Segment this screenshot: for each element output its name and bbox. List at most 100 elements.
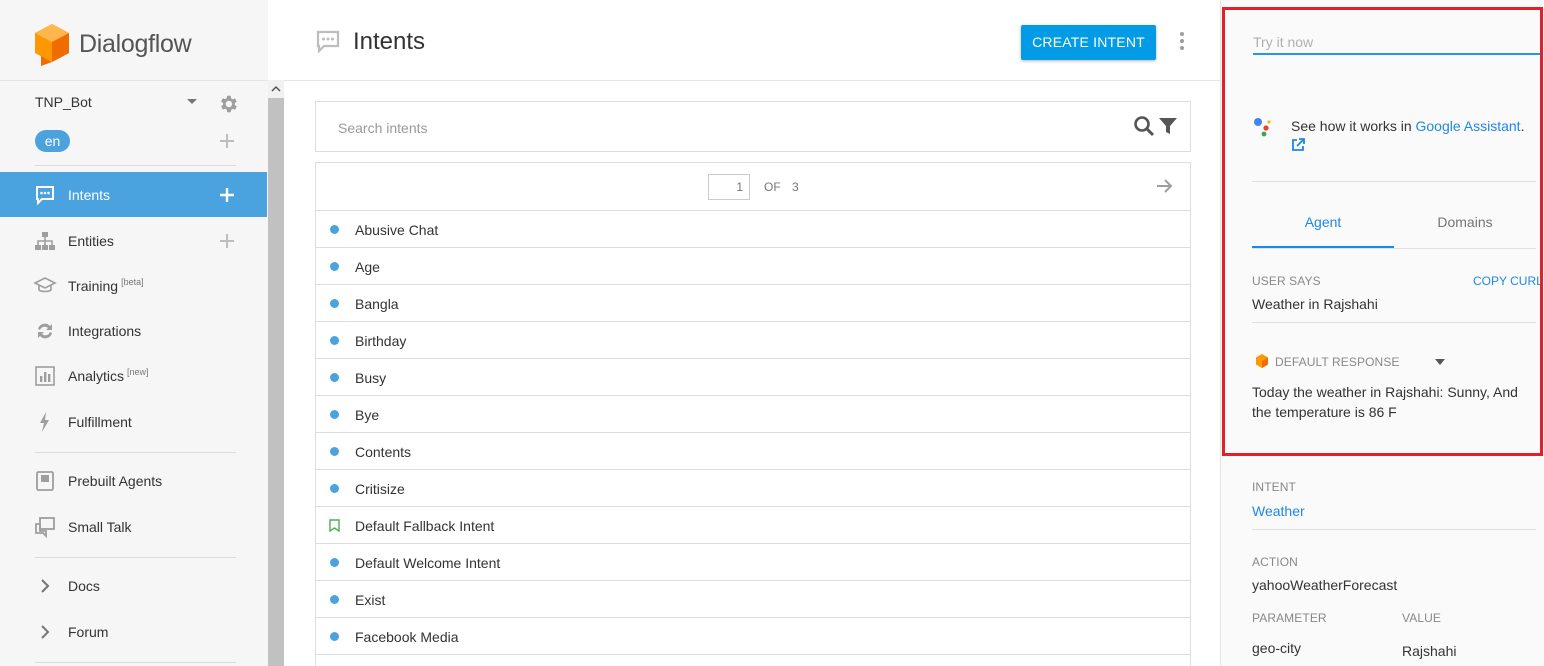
intent-status-dot bbox=[330, 262, 339, 271]
response-dropdown-icon[interactable] bbox=[1435, 359, 1445, 365]
agent-name[interactable]: TNP_Bot bbox=[35, 94, 92, 110]
intent-row[interactable]: Abusive Chat bbox=[316, 211, 1190, 248]
intent-name: Facebook Media bbox=[355, 629, 459, 645]
book-icon bbox=[36, 470, 54, 491]
sidebar-item-label: Integrations bbox=[68, 322, 142, 339]
intent-status-dot bbox=[330, 484, 339, 493]
intent-row[interactable]: Default Welcome Intent bbox=[316, 544, 1190, 581]
divider bbox=[35, 662, 236, 663]
more-options-icon[interactable] bbox=[1176, 31, 1188, 51]
google-assistant-link[interactable]: Google Assistant bbox=[1416, 118, 1521, 134]
bar-chart-icon bbox=[35, 365, 55, 386]
sidebar-scrollbar[interactable] bbox=[268, 80, 284, 666]
intent-row[interactable]: Critisize bbox=[316, 470, 1190, 507]
intent-status-dot bbox=[330, 336, 339, 345]
scroll-up-icon[interactable] bbox=[271, 84, 281, 94]
intent-name: Age bbox=[355, 259, 380, 275]
page-title: Intents bbox=[353, 28, 426, 55]
intent-status-dot bbox=[330, 447, 339, 456]
divider bbox=[35, 165, 236, 166]
intent-row[interactable]: Facebook Media bbox=[316, 618, 1190, 655]
graduation-cap-icon bbox=[33, 276, 57, 292]
sidebar-item-analytics[interactable]: Analytics [new] bbox=[0, 353, 267, 398]
sidebar-item-integrations[interactable]: Integrations bbox=[0, 308, 267, 353]
search-icon[interactable] bbox=[1133, 115, 1155, 137]
sidebar-item-entities[interactable]: Entities bbox=[0, 218, 267, 263]
intent-row[interactable]: Bangla bbox=[316, 285, 1190, 322]
divider bbox=[35, 557, 236, 558]
language-chip[interactable]: en bbox=[35, 130, 70, 152]
intent-name: Default Fallback Intent bbox=[355, 518, 495, 534]
create-intent-button[interactable]: CREATE INTENT bbox=[1021, 25, 1156, 60]
action-label: ACTION bbox=[1252, 555, 1298, 569]
sidebar-item-fulfillment[interactable]: Fulfillment bbox=[0, 399, 267, 444]
value-value: Rajshahi bbox=[1402, 643, 1457, 659]
intent-name: Default Welcome Intent bbox=[355, 555, 501, 571]
intent-row[interactable]: Age bbox=[316, 248, 1190, 285]
page-number-input[interactable]: 1 bbox=[708, 174, 750, 200]
dialogflow-small-icon bbox=[1256, 354, 1268, 368]
chat-bubbles-icon bbox=[35, 516, 55, 538]
sidebar-item-training[interactable]: Training [beta] bbox=[0, 263, 267, 308]
intent-name: Busy bbox=[355, 370, 387, 386]
sidebar-item-docs[interactable]: Docs bbox=[0, 563, 267, 608]
search-input[interactable] bbox=[338, 118, 1118, 138]
action-value: yahooWeatherForecast bbox=[1252, 577, 1398, 593]
external-link-icon[interactable] bbox=[1291, 138, 1305, 152]
sidebar-item-label: Prebuilt Agents bbox=[68, 472, 163, 489]
chevron-right-icon bbox=[41, 624, 50, 639]
logo[interactable]: Dialogflow bbox=[33, 22, 192, 66]
default-response-text: Today the weather in Rajshahi: Sunny, An… bbox=[1252, 384, 1518, 420]
intent-row[interactable]: Birthday bbox=[316, 322, 1190, 359]
intent-name: Critisize bbox=[355, 481, 405, 497]
add-language-icon[interactable] bbox=[219, 133, 235, 149]
intent-row[interactable]: Bye bbox=[316, 396, 1190, 433]
intent-status-dot bbox=[330, 410, 339, 419]
sidebar-item-label: Entities bbox=[68, 232, 114, 249]
value-label: VALUE bbox=[1402, 611, 1441, 625]
gear-icon[interactable] bbox=[217, 93, 239, 115]
sidebar-item-intents[interactable]: Intents bbox=[0, 172, 267, 217]
sidebar-item-text: Analytics bbox=[68, 368, 125, 384]
sidebar-item-label: Docs bbox=[68, 577, 100, 594]
sidebar-item-label: Forum bbox=[68, 623, 109, 640]
tab-domains[interactable]: Domains bbox=[1394, 214, 1536, 230]
logo-text: Dialogflow bbox=[79, 29, 192, 58]
sidebar-item-small-talk[interactable]: Small Talk bbox=[0, 504, 267, 549]
sidebar-item-prebuilt-agents[interactable]: Prebuilt Agents bbox=[0, 458, 267, 503]
next-page-arrow-icon[interactable] bbox=[1156, 178, 1174, 194]
divider bbox=[35, 452, 236, 453]
intent-name: Exist bbox=[355, 592, 386, 608]
sidebar-item-forum[interactable]: Forum bbox=[0, 609, 267, 654]
chevron-right-icon bbox=[41, 578, 50, 593]
sidebar-item-label: Intents bbox=[68, 186, 111, 203]
scrollbar-thumb[interactable] bbox=[268, 98, 284, 666]
try-it-now-input[interactable] bbox=[1253, 31, 1541, 55]
add-entity-icon[interactable] bbox=[219, 233, 235, 249]
intent-status-dot bbox=[330, 558, 339, 567]
intent-status-dot bbox=[330, 225, 339, 234]
intent-link[interactable]: Weather bbox=[1252, 503, 1305, 519]
beta-badge: [beta] bbox=[121, 277, 144, 287]
intent-row[interactable]: Busy bbox=[316, 359, 1190, 396]
intent-name: Bye bbox=[355, 407, 380, 423]
divider bbox=[1252, 322, 1536, 323]
divider bbox=[1252, 181, 1536, 182]
intent-row[interactable]: Exist bbox=[316, 581, 1190, 618]
intent-row[interactable]: Contents bbox=[316, 433, 1190, 470]
intent-row[interactable]: Default Fallback Intent bbox=[316, 507, 1190, 544]
intent-label: INTENT bbox=[1252, 480, 1296, 494]
copy-curl-button[interactable]: COPY CURL bbox=[1473, 274, 1543, 288]
divider bbox=[1252, 248, 1536, 249]
intent-status-dot bbox=[330, 595, 339, 604]
parameter-label: PARAMETER bbox=[1252, 611, 1327, 625]
sidebar-item-label: Analytics [new] bbox=[68, 367, 149, 384]
parameter-value: geo-city bbox=[1252, 640, 1302, 656]
divider bbox=[0, 80, 284, 81]
agent-dropdown-icon[interactable] bbox=[187, 99, 197, 104]
google-assistant-text: See how it works in Google Assistant. bbox=[1291, 118, 1524, 134]
tab-agent[interactable]: Agent bbox=[1252, 214, 1394, 230]
google-assistant-icon bbox=[1254, 118, 1271, 137]
filter-icon[interactable] bbox=[1158, 116, 1178, 136]
add-intent-icon[interactable] bbox=[219, 187, 235, 203]
